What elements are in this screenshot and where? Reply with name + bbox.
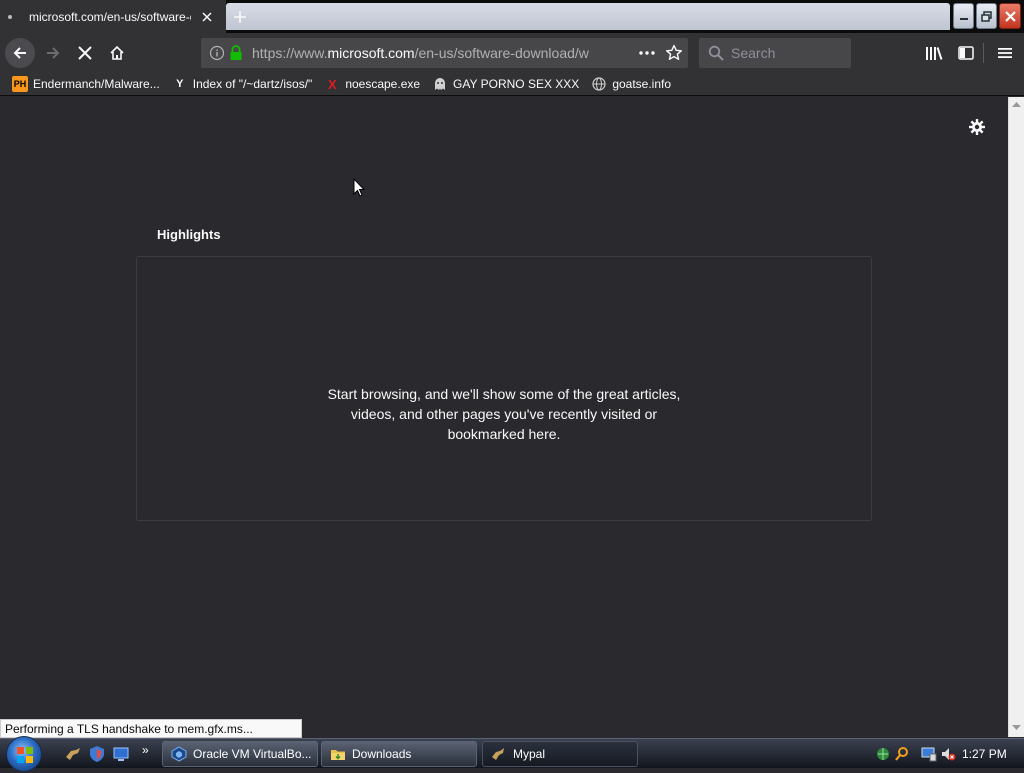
bookmark-label: noescape.exe — [345, 77, 421, 91]
mypal-icon — [491, 746, 507, 762]
taskbar-item-label: Oracle VM VirtualBo... — [193, 747, 312, 761]
url-bar[interactable]: https://www.microsoft.com/en-us/software… — [201, 38, 688, 68]
empty-message-line: Start browsing, and we'll show some of t… — [327, 386, 681, 402]
toolbar-separator — [983, 43, 984, 63]
taskbar: » Oracle VM VirtualBo... Downloads Mypal… — [0, 736, 1024, 772]
taskbar-item-label: Mypal — [513, 747, 546, 761]
taskbar-mypal[interactable]: Mypal — [482, 741, 638, 767]
tab-close-icon[interactable] — [198, 8, 216, 26]
ghost-icon — [432, 76, 448, 92]
scroll-down-icon[interactable] — [1012, 725, 1021, 731]
tray-search-icon[interactable] — [894, 746, 910, 762]
taskbar-clock[interactable]: 1:27 PM — [962, 747, 1007, 761]
highlights-heading: Highlights — [157, 227, 221, 242]
quicklaunch-horse-icon[interactable] — [64, 745, 82, 763]
site-info-icon[interactable] — [209, 45, 225, 61]
library-icon[interactable] — [919, 38, 949, 68]
bookmark-noescape[interactable]: X noescape.exe — [324, 74, 420, 94]
tab-strip: microsoft.com/en-us/software-download/wi… — [0, 0, 1024, 33]
taskbar-item-label: Downloads — [352, 747, 412, 761]
url-text[interactable]: https://www.microsoft.com/en-us/software… — [252, 45, 602, 61]
sidebar-toggle-icon[interactable] — [951, 38, 981, 68]
gear-icon[interactable] — [967, 117, 987, 137]
menu-icon[interactable] — [990, 38, 1020, 68]
search-icon — [708, 45, 724, 61]
highlights-empty-message: Start browsing, and we'll show some of t… — [137, 384, 871, 444]
quicklaunch-expand-icon[interactable]: » — [142, 743, 149, 757]
navigation-toolbar: https://www.microsoft.com/en-us/software… — [0, 33, 1024, 73]
close-window-icon[interactable] — [999, 3, 1021, 29]
quicklaunch-shield-icon[interactable] — [88, 745, 106, 763]
tray-volume-muted-icon[interactable] — [940, 746, 956, 762]
bookmark-label: goatse.info — [612, 77, 672, 91]
home-icon[interactable] — [102, 38, 132, 68]
forward-icon[interactable] — [38, 38, 68, 68]
tray-network-icon[interactable] — [875, 746, 891, 762]
stop-loading-icon[interactable] — [70, 38, 100, 68]
search-bar[interactable]: Search — [699, 38, 851, 68]
back-icon[interactable] — [5, 38, 35, 68]
bookmark-goatse[interactable]: goatse.info — [591, 74, 671, 94]
restore-icon[interactable] — [976, 3, 997, 29]
bookmark-dartz-isos[interactable]: Y Index of "/~dartz/isos/" — [172, 74, 313, 94]
taskbar-virtualbox[interactable]: Oracle VM VirtualBo... — [162, 741, 318, 767]
window-controls — [953, 3, 1021, 29]
tray-monitor-icon[interactable] — [921, 746, 937, 762]
new-tab-page: Highlights Start browsing, and we'll sho… — [0, 97, 1008, 737]
url-domain: microsoft.com — [327, 45, 415, 61]
search-placeholder: Search — [731, 45, 776, 61]
start-button[interactable] — [6, 736, 42, 772]
vertical-scrollbar[interactable] — [1008, 97, 1024, 737]
x-favicon-icon: X — [327, 76, 337, 92]
bookmark-label: GAY PORNO SEX XXX — [453, 77, 580, 91]
new-tab-icon[interactable] — [229, 6, 251, 28]
scroll-up-icon[interactable] — [1012, 101, 1021, 107]
folder-icon — [330, 746, 346, 762]
globe-icon — [591, 76, 607, 92]
bookmark-star-icon[interactable] — [665, 44, 683, 62]
virtualbox-icon — [171, 746, 187, 762]
y-favicon-icon: Y — [176, 78, 184, 90]
tab-loading-icon — [8, 14, 12, 19]
bookmark-label: Endermanch/Malware... — [33, 77, 160, 91]
ph-icon: PH — [12, 76, 28, 92]
tab-microsoft[interactable]: microsoft.com/en-us/software-download/wi… — [0, 0, 226, 33]
bookmark-gay-porno[interactable]: GAY PORNO SEX XXX — [432, 74, 579, 94]
url-prefix: https://www. — [252, 45, 328, 61]
quicklaunch-desktop-icon[interactable] — [112, 745, 130, 763]
bookmarks-toolbar: PH Endermanch/Malware... Y Index of "/~d… — [0, 73, 1024, 96]
taskbar-downloads[interactable]: Downloads — [321, 741, 477, 767]
highlights-panel: Start browsing, and we'll show some of t… — [136, 256, 872, 521]
bookmark-label: Index of "/~dartz/isos/" — [192, 77, 313, 91]
empty-message-line: videos, and other pages you've recently … — [350, 406, 658, 422]
status-panel: Performing a TLS handshake to mem.gfx.ms… — [0, 719, 302, 738]
bookmark-endermanch[interactable]: PH Endermanch/Malware... — [12, 74, 160, 94]
url-path: /en-us/software-download/w — [414, 45, 589, 61]
page-actions-icon[interactable] — [638, 46, 656, 60]
tab-title: microsoft.com/en-us/software-download/wi… — [29, 9, 191, 24]
mouse-cursor-icon — [353, 178, 365, 197]
empty-message-line: bookmarked here. — [447, 426, 561, 442]
title-bar — [226, 3, 950, 30]
minimize-icon[interactable] — [953, 3, 974, 29]
secure-lock-icon[interactable] — [229, 45, 243, 61]
